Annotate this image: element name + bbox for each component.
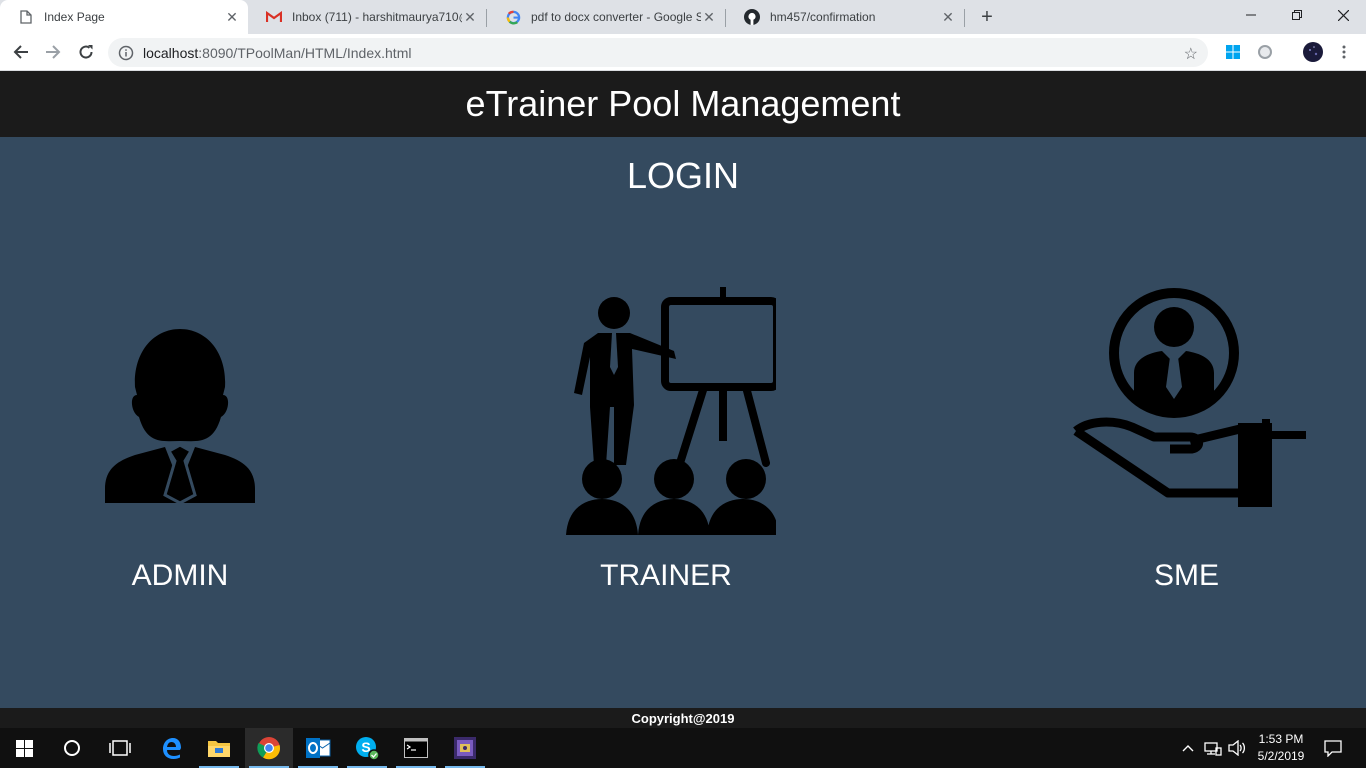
browser-toolbar: localhost:8090/TPoolMan/HTML/Index.html … [0, 34, 1366, 71]
trainer-presentation-icon[interactable] [556, 287, 776, 539]
login-heading: LOGIN [626, 155, 740, 196]
show-hidden-icons-chevron[interactable] [1178, 728, 1198, 768]
page-main: LOGIN ADMIN TRAINER SME [0, 137, 1366, 708]
bookmark-star-icon[interactable]: ☆ [1184, 44, 1198, 64]
forward-arrow-icon[interactable] [40, 39, 66, 65]
close-window-icon[interactable] [1320, 0, 1366, 30]
tab-github[interactable]: hm457/confirmation ✕ [726, 0, 964, 34]
url-text: localhost:8090/TPoolMan/HTML/Index.html [143, 44, 412, 61]
chrome-taskbar-icon[interactable] [245, 728, 293, 768]
task-view-icon[interactable] [96, 728, 144, 768]
tab-title: Index Page [44, 10, 105, 24]
admin-person-icon[interactable] [95, 325, 265, 507]
tab-strip: Index Page ✕ Inbox (711) - harshitmaurya… [0, 0, 1366, 34]
skype-icon[interactable]: S [343, 728, 391, 768]
admin-login-option[interactable]: ADMIN [80, 325, 280, 593]
close-tab-icon[interactable]: ✕ [462, 9, 478, 25]
tab-title: Inbox (711) - harshitmaurya710@ [292, 10, 462, 24]
tab-index-page[interactable]: Index Page ✕ [0, 0, 248, 34]
system-clock[interactable]: 1:53 PM 5/2/2019 [1250, 731, 1312, 765]
cortana-search-icon[interactable] [48, 728, 96, 768]
outlook-icon[interactable] [294, 728, 342, 768]
volume-icon[interactable] [1226, 728, 1248, 768]
media-app-icon[interactable] [441, 728, 489, 768]
page-footer: Copyright@2019 [0, 708, 1366, 728]
restore-icon[interactable] [1274, 0, 1320, 30]
windows-start-icon[interactable] [0, 728, 48, 768]
tab-gmail[interactable]: Inbox (711) - harshitmaurya710@ ✕ [248, 0, 486, 34]
github-icon [744, 9, 760, 25]
tab-separator [964, 9, 965, 27]
reload-icon[interactable] [73, 39, 99, 65]
windows-taskbar: S 1:53 PM 5/2/2019 [0, 728, 1366, 768]
new-tab-button[interactable]: + [976, 6, 998, 28]
clock-date: 5/2/2019 [1257, 749, 1305, 763]
info-icon[interactable] [118, 45, 134, 61]
minimize-icon[interactable] [1228, 0, 1274, 30]
trainer-label[interactable]: TRAINER [600, 559, 732, 593]
circle-extension-icon[interactable] [1256, 43, 1274, 61]
tab-title: pdf to docx converter - Google S [531, 10, 701, 24]
windows-extension-icon[interactable] [1224, 43, 1242, 61]
action-center-icon[interactable] [1318, 728, 1348, 768]
close-tab-icon[interactable]: ✕ [224, 9, 240, 25]
admin-label[interactable]: ADMIN [132, 559, 229, 593]
file-explorer-icon[interactable] [195, 728, 243, 768]
close-tab-icon[interactable]: ✕ [701, 9, 717, 25]
close-tab-icon[interactable]: ✕ [940, 9, 956, 25]
sme-login-option[interactable]: SME [1070, 287, 1306, 593]
address-bar[interactable]: localhost:8090/TPoolMan/HTML/Index.html … [108, 38, 1208, 67]
gmail-icon [266, 9, 282, 25]
tab-title: hm457/confirmation [770, 10, 876, 24]
page-title: eTrainer Pool Management [465, 83, 901, 124]
sme-label[interactable]: SME [1154, 559, 1219, 593]
tab-google[interactable]: pdf to docx converter - Google S ✕ [487, 0, 725, 34]
back-arrow-icon[interactable] [8, 39, 34, 65]
profile-avatar[interactable] [1302, 41, 1324, 63]
command-prompt-icon[interactable] [392, 728, 440, 768]
menu-kebab-icon[interactable] [1335, 43, 1353, 61]
clock-time: 1:53 PM [1258, 732, 1304, 746]
sme-hand-person-icon[interactable] [1070, 287, 1306, 509]
network-icon[interactable] [1202, 728, 1224, 768]
google-icon [505, 9, 521, 25]
edge-browser-icon[interactable] [147, 728, 195, 768]
trainer-login-option[interactable]: TRAINER [556, 287, 776, 593]
page-header: eTrainer Pool Management [0, 71, 1366, 137]
document-icon [18, 9, 34, 25]
